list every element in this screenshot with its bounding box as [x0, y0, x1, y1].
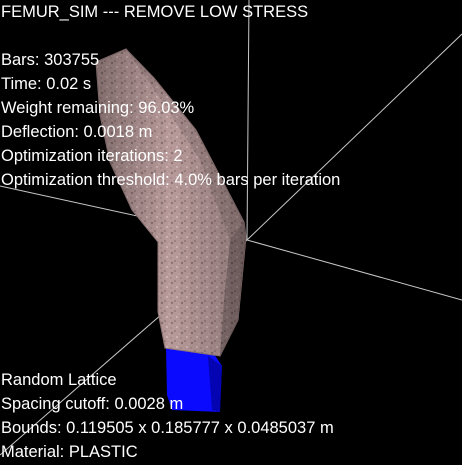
material-readout: Material: PLASTIC	[1, 440, 334, 464]
material-value: PLASTIC	[68, 443, 138, 461]
time-label: Time:	[1, 75, 47, 93]
spacing-cutoff: Spacing cutoff: 0.0028 m	[1, 392, 334, 416]
axis-line-lower-right	[246, 239, 462, 301]
lattice-type: Random Lattice	[1, 371, 117, 389]
bounds-readout: Bounds: 0.119505 x 0.185777 x 0.0485037 …	[1, 416, 334, 440]
bars-label: Bars:	[1, 51, 45, 69]
deflection-value: 0.0018 m	[83, 123, 153, 141]
bars-count: Bars: 303755	[1, 48, 340, 72]
threshold-label: Optimization threshold:	[1, 171, 175, 189]
optimization-threshold: Optimization threshold: 4.0% bars per it…	[1, 168, 340, 192]
simulation-title: FEMUR_SIM --- REMOVE LOW STRESS	[1, 3, 309, 21]
spacing-label: Spacing cutoff:	[1, 395, 115, 413]
material-label: Material:	[1, 443, 69, 461]
time-value: 0.02 s	[46, 75, 92, 93]
iterations-label: Optimization iterations:	[1, 147, 174, 165]
deflection-label: Deflection:	[1, 123, 84, 141]
deflection-readout: Deflection: 0.0018 m	[1, 120, 340, 144]
spacing-value: 0.0028 m	[114, 395, 184, 413]
bounds-value: 0.119505 x 0.185777 x 0.0485037 m	[66, 419, 334, 437]
time-readout: Time: 0.02 s	[1, 72, 340, 96]
3d-viewport[interactable]: FEMUR_SIM --- REMOVE LOW STRESS Bars: 30…	[0, 0, 462, 465]
iterations-value: 2	[173, 147, 183, 165]
optimization-iterations: Optimization iterations: 2	[1, 144, 340, 168]
weight-value: 96.03%	[138, 99, 195, 117]
threshold-value: 4.0% bars per iteration	[174, 171, 341, 189]
bars-value: 303755	[44, 51, 100, 69]
lattice-info-overlay: Random Lattice Spacing cutoff: 0.0028 m …	[1, 368, 334, 464]
stats-overlay: FEMUR_SIM --- REMOVE LOW STRESS Bars: 30…	[1, 0, 340, 192]
weight-remaining: Weight remaining: 96.03%	[1, 96, 340, 120]
bounds-label: Bounds:	[1, 419, 67, 437]
weight-label: Weight remaining:	[1, 99, 139, 117]
